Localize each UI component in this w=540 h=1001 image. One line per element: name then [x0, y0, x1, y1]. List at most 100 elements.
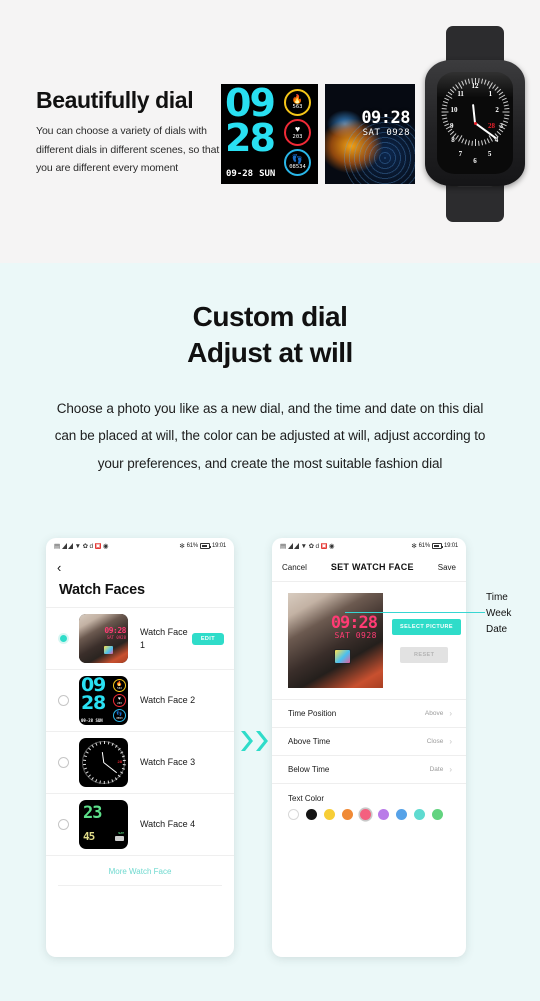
- double-chevron-right-icon: [240, 730, 269, 752]
- ring-heart: ♥ 203: [284, 119, 311, 146]
- signal-icon: [287, 543, 293, 549]
- radio-watch-face-3[interactable]: [58, 757, 69, 768]
- smartwatch-product-photo: 12 1 2 3 28 4 5 6 7 8 9 10 11: [424, 26, 528, 222]
- annotation-date: Date: [486, 624, 508, 636]
- thumb2-date: 09-28: [81, 718, 94, 723]
- mid-heading-line2: Adjust at will: [187, 336, 353, 368]
- ring-steps: 👣 0853: [113, 709, 126, 722]
- swatch-green[interactable]: [432, 809, 443, 820]
- thumb1-date: SAT 0928: [106, 635, 126, 640]
- clock-left: 19:01: [211, 543, 226, 549]
- preview-time: 09:28: [330, 613, 378, 633]
- list-item[interactable]: 09 28 09-28 SUN 🔥 563 ♥ 203 👣 0853 Watch…: [46, 669, 234, 731]
- status-icons-right: ✻ 61% 19:01: [179, 543, 226, 550]
- reset-button[interactable]: RESET: [400, 647, 449, 663]
- annotation-leader-line: [345, 612, 485, 613]
- thumb2-minutes: 28: [81, 692, 106, 715]
- status-bar-right: ▤ ▼ ✿ d ▣ ◉ ✻ 61% 19:01: [272, 538, 466, 554]
- thumb2-weekday: SUN: [95, 718, 103, 723]
- option-time-position[interactable]: Time Position Above ›: [272, 699, 466, 727]
- annotation-time: Time: [486, 592, 508, 603]
- save-button[interactable]: Save: [438, 563, 456, 572]
- bluetooth-icon: ✿: [82, 542, 89, 550]
- wifi-icon: ▼: [300, 542, 308, 550]
- thumb-watch-face-4[interactable]: 23 45 SAT: [79, 800, 128, 849]
- nav-bar: Cancel SET WATCH FACE Save: [272, 554, 466, 582]
- alarm-icon: ▣: [320, 543, 328, 549]
- watch-screen: 12 1 2 3 28 4 5 6 7 8 9 10 11: [437, 72, 513, 174]
- chevron-right-icon: ›: [449, 765, 452, 774]
- ring-heart: ♥ 203: [113, 694, 126, 707]
- heart-icon: ♥: [294, 124, 301, 134]
- list-item[interactable]: 28 Watch Face 3: [46, 731, 234, 793]
- radio-watch-face-1[interactable]: [58, 633, 69, 644]
- top-heading: Beautifully dial: [36, 87, 194, 113]
- swatch-yellow[interactable]: [324, 809, 335, 820]
- annotation-week: Week: [486, 608, 512, 620]
- dial-preview[interactable]: 09:28 SAT 0928: [288, 593, 383, 688]
- photo-detail: [104, 646, 113, 654]
- signal-icon: [68, 543, 74, 549]
- flame-icon: 🔥: [291, 94, 304, 104]
- numeral-5: 5: [487, 150, 492, 158]
- swatch-blue[interactable]: [396, 809, 407, 820]
- numeral-highlight-28: 28: [117, 759, 122, 764]
- radio-watch-face-2[interactable]: [58, 695, 69, 706]
- photo-detail: [334, 649, 351, 664]
- thumb-watch-face-1[interactable]: 09:28 SAT 0928: [79, 614, 128, 663]
- ring-heart-value: 203: [117, 701, 122, 705]
- dnd-icon: ◉: [328, 542, 335, 550]
- sim-icon: ▤: [280, 542, 287, 550]
- ring-steps: 👣 08534: [284, 149, 311, 176]
- status-icons-right: ✻ 61% 19:01: [411, 543, 458, 550]
- battery-percent-right: 61%: [418, 543, 431, 549]
- option-label: Time Position: [288, 709, 337, 718]
- chevron-right-icon: ›: [449, 737, 452, 746]
- preview-buttons: SELECT PICTURE RESET: [392, 593, 461, 688]
- dnd-icon: ◉: [102, 542, 109, 550]
- swatch-orange[interactable]: [342, 809, 353, 820]
- swatch-white[interactable]: [288, 809, 299, 820]
- thumb2-datebar: 09-28 SUN: [81, 718, 103, 723]
- thumb4-small: 45: [83, 830, 95, 843]
- swatch-black[interactable]: [306, 809, 317, 820]
- watch-face-4-label: Watch Face 4: [140, 819, 196, 830]
- radio-watch-face-4[interactable]: [58, 819, 69, 830]
- status-icons-left: ▤ ▼ ✿ d ▣ ◉: [54, 543, 109, 550]
- divider: [58, 885, 222, 886]
- preview-photo: [288, 593, 383, 688]
- swatch-cyan[interactable]: [414, 809, 425, 820]
- option-label: Below Time: [288, 765, 330, 774]
- option-value: Date: [429, 766, 444, 773]
- tile-a-rings: 🔥 563 ♥ 203 👣 08534: [284, 89, 314, 179]
- signal-icon: [294, 543, 300, 549]
- more-watch-face-link[interactable]: More Watch Face: [46, 855, 234, 885]
- option-label: Above Time: [288, 737, 331, 746]
- select-picture-button[interactable]: SELECT PICTURE: [392, 619, 461, 635]
- battery-icon: [115, 836, 124, 841]
- list-item[interactable]: 23 45 SAT Watch Face 4: [46, 793, 234, 855]
- swatch-purple[interactable]: [378, 809, 389, 820]
- list-item[interactable]: 09:28 SAT 0928 Watch Face 1 EDIT: [46, 607, 234, 669]
- option-above-time[interactable]: Above Time Close ›: [272, 727, 466, 755]
- battery-icon: [199, 543, 211, 549]
- numeral-3: 3: [499, 122, 504, 130]
- thumb-watch-face-2[interactable]: 09 28 09-28 SUN 🔥 563 ♥ 203 👣 0853: [79, 676, 128, 725]
- thumb-watch-face-3[interactable]: 28: [79, 738, 128, 787]
- preview-date: SAT 0928: [334, 631, 377, 640]
- mid-paragraph: Choose a photo you like as a new dial, a…: [54, 400, 486, 471]
- option-below-time[interactable]: Below Time Date ›: [272, 755, 466, 783]
- status-icons-left: ▤ ▼ ✿ d ▣ ◉: [280, 543, 335, 550]
- tile-a-weekday: SUN: [259, 169, 276, 179]
- numeral-8: 8: [451, 136, 455, 144]
- back-button[interactable]: ‹: [46, 554, 234, 574]
- steps-icon: 👣: [291, 154, 304, 164]
- dial-pivot: [473, 121, 477, 125]
- ring-calories: 🔥 563: [113, 679, 126, 692]
- edit-button[interactable]: EDIT: [191, 632, 224, 645]
- numeral-10: 10: [450, 106, 458, 114]
- numeral-2: 2: [495, 106, 499, 114]
- tile-a-date: 09-28: [226, 169, 254, 179]
- cancel-button[interactable]: Cancel: [282, 563, 307, 572]
- swatch-pink[interactable]: [360, 809, 371, 820]
